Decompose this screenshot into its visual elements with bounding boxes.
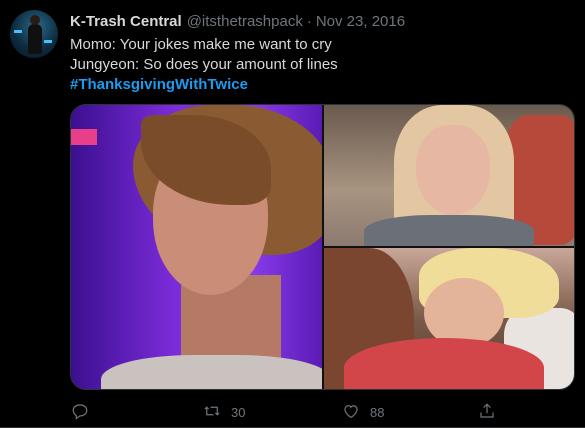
avatar-glow — [14, 30, 22, 33]
photo-shape — [344, 338, 544, 389]
photo-bottom-right[interactable] — [324, 248, 574, 389]
tweet-timestamp[interactable]: Nov 23, 2016 — [316, 13, 405, 30]
tweet-text: Momo: Your jokes make me want to cry Jun… — [70, 35, 338, 95]
like-count: 88 — [370, 404, 385, 420]
separator-dot: · — [306, 12, 312, 30]
author-handle[interactable]: @itsthetrashpack — [187, 13, 303, 30]
tweet-line-1: Momo: Your jokes make me want to cry — [70, 36, 332, 53]
reply-button[interactable] — [71, 400, 99, 424]
avatar[interactable] — [10, 10, 58, 58]
tweet-line-2: Jungyeon: So does your amount of lines — [70, 56, 338, 73]
tweet-header: K-Trash Central @itsthetrashpack · Nov 2… — [70, 11, 405, 31]
photo-left[interactable] — [71, 105, 322, 389]
photo-top-right[interactable] — [324, 105, 574, 246]
media-grid — [70, 104, 575, 390]
retweet-count: 30 — [231, 404, 246, 420]
heart-icon — [342, 402, 360, 423]
avatar-figure — [28, 15, 42, 54]
tweet-card[interactable]: K-Trash Central @itsthetrashpack · Nov 2… — [0, 0, 585, 428]
action-bar: 30 88 — [62, 400, 512, 424]
share-icon — [478, 402, 496, 423]
broadcast-tag — [71, 129, 97, 145]
hashtag-link[interactable]: #ThanksgivingWithTwice — [70, 75, 338, 95]
reply-icon — [71, 402, 89, 423]
retweet-icon — [203, 402, 221, 423]
photo-shape — [364, 215, 534, 246]
retweet-button[interactable]: 30 — [203, 400, 245, 424]
author-display-name[interactable]: K-Trash Central — [70, 13, 182, 30]
like-button[interactable]: 88 — [342, 400, 384, 424]
share-button[interactable] — [478, 400, 506, 424]
photo-shape — [416, 125, 490, 215]
photo-shape — [101, 355, 322, 389]
